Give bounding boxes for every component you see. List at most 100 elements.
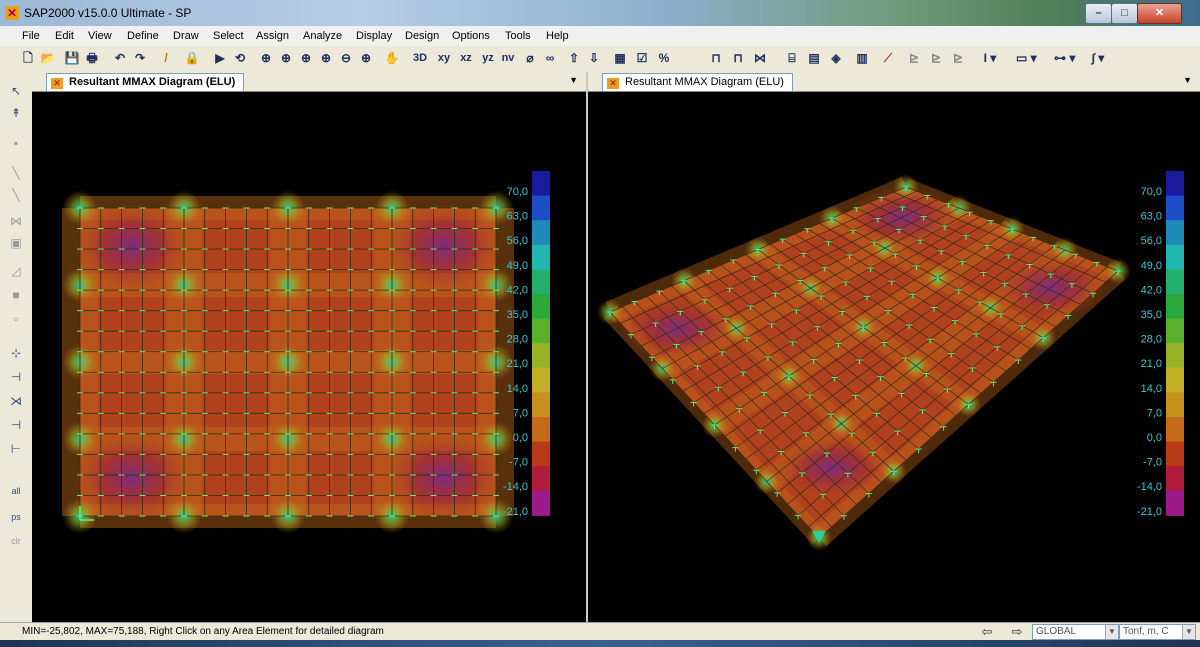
rubber-band-zoom-icon[interactable]: ⟲	[232, 49, 248, 67]
view-yz-button[interactable]: yz	[480, 49, 496, 67]
print-icon[interactable]: 🖶	[84, 49, 100, 67]
plan-legend-swatch	[532, 392, 550, 418]
menu-design[interactable]: Design	[405, 30, 439, 42]
pointer-icon[interactable]: ↖	[6, 82, 26, 100]
draw-frame-icon[interactable]: ╲	[6, 164, 26, 182]
3d-view-pane[interactable]: ✕ Resultant MMAX Diagram (ELU) ▼ 70,0 63,0…	[588, 72, 1200, 622]
design-icon[interactable]: ⊵	[906, 49, 922, 67]
draw-point-icon[interactable]: ▪	[6, 134, 26, 152]
zoom-icon[interactable]: ⊕	[358, 49, 374, 67]
line-select-icon[interactable]: ⊣	[6, 416, 26, 434]
quick-draw-frame-icon[interactable]: ╲	[6, 186, 26, 204]
previous-select-icon[interactable]: ⊢	[6, 440, 26, 458]
plan-legend-swatch	[532, 318, 550, 344]
zoom-window-icon[interactable]: ⊕	[258, 49, 274, 67]
quick-draw-area-icon[interactable]: ▫	[6, 310, 26, 328]
menu-draw[interactable]: Draw	[173, 30, 199, 42]
window-title: SAP2000 v15.0.0 Ultimate - SP	[24, 6, 192, 20]
plan-legend-tick: 63,0	[507, 211, 528, 223]
lock-icon[interactable]: 🔒	[184, 49, 200, 67]
menu-file[interactable]: File	[22, 30, 40, 42]
frame-2-icon[interactable]: ⊓	[730, 49, 746, 67]
deformed-shape-icon[interactable]: ⌸	[784, 49, 800, 67]
arrow-left-icon[interactable]: ⇦	[976, 624, 998, 639]
zoom-out-icon[interactable]: ⊖	[338, 49, 354, 67]
select-all-button[interactable]: all	[6, 482, 26, 500]
view-xz-button[interactable]: xz	[458, 49, 474, 67]
shrink-objects-icon[interactable]: ∞	[542, 49, 558, 67]
maximize-button[interactable]: □	[1111, 3, 1138, 24]
draw-rect-area-icon[interactable]: ■	[6, 286, 26, 304]
menu-tools[interactable]: Tools	[505, 30, 531, 42]
move-up-icon[interactable]: ⇧	[566, 49, 582, 67]
plan-view-tab[interactable]: ✕ Resultant MMAX Diagram (ELU)	[46, 73, 245, 91]
restore-view-icon[interactable]: ⊕	[278, 49, 294, 67]
minimize-button[interactable]: –	[1085, 3, 1112, 24]
coordinate-system-select[interactable]: GLOBAL ▼	[1032, 624, 1119, 640]
spring-icon[interactable]: ∫ ▾	[1090, 49, 1106, 67]
diagram-icon: ✕	[607, 78, 619, 89]
menu-analyze[interactable]: Analyze	[303, 30, 342, 42]
run-icon[interactable]: ▶	[212, 49, 228, 67]
zoom-previous-icon[interactable]: ⊕	[298, 49, 314, 67]
select-all-icon[interactable]: ⊹	[6, 344, 26, 362]
plan-legend-tick: 70,0	[507, 186, 528, 198]
draw-section-cut-icon[interactable]: ▣	[6, 234, 26, 252]
reshape-icon[interactable]: ↟	[6, 104, 26, 122]
plan-diagram-canvas[interactable]: 70,0 63,0 56,0 49,0 42,0 35,0 28,0 21,0 14,0 7,0 0…	[32, 91, 586, 622]
menu-select[interactable]: Select	[213, 30, 244, 42]
design-2-icon[interactable]: ⊵	[928, 49, 944, 67]
frame-3-icon[interactable]: ⋈	[752, 49, 768, 67]
new-model-icon[interactable]: 🗋	[20, 49, 36, 67]
graph-icon[interactable]: ⟋	[880, 49, 896, 67]
units-select[interactable]: Tonf, m, C ▼	[1119, 624, 1196, 640]
move-down-icon[interactable]: ⇩	[586, 49, 602, 67]
menu-assign[interactable]: Assign	[256, 30, 289, 42]
plan-legend-tick: -7,0	[509, 457, 528, 469]
design-3-icon[interactable]: ⊵	[950, 49, 966, 67]
perspective-icon[interactable]: ⌀	[522, 49, 538, 67]
percent-icon[interactable]: %	[656, 49, 672, 67]
menu-define[interactable]: Define	[127, 30, 159, 42]
link-icon[interactable]: ⊶ ▾	[1054, 49, 1075, 67]
forces-icon[interactable]: ▤	[806, 49, 822, 67]
section-icon[interactable]: I ▾	[982, 49, 998, 67]
open-icon[interactable]: 📂	[40, 49, 56, 67]
chevron-down-icon[interactable]: ▼	[569, 75, 578, 85]
menu-view[interactable]: View	[88, 30, 112, 42]
set-display-options-icon[interactable]: ▦	[612, 49, 628, 67]
3d-diagram-canvas[interactable]: 70,0 63,0 56,0 49,0 42,0 35,0 28,0 21,0 14,0 7,0 0…	[588, 91, 1200, 622]
previous-selection-button[interactable]: ps	[6, 508, 26, 526]
menu-help[interactable]: Help	[546, 30, 569, 42]
stress-icon[interactable]: ◈	[828, 49, 844, 67]
view-xy-button[interactable]: xy	[436, 49, 452, 67]
menu-display[interactable]: Display	[356, 30, 392, 42]
plan-view-pane[interactable]: ✕ Resultant MMAX Diagram (ELU) ▼ 70,0 63,0…	[32, 72, 586, 622]
check-icon[interactable]: ☑	[634, 49, 650, 67]
view-nv-button[interactable]: nv	[500, 49, 516, 67]
refresh-pencil-icon[interactable]: /	[158, 49, 174, 67]
redo-icon[interactable]: ↷	[132, 49, 148, 67]
table-icon[interactable]: ▥	[854, 49, 870, 67]
clear-selection-button[interactable]: clr	[6, 532, 26, 550]
save-icon[interactable]: 💾	[64, 49, 80, 67]
sap2000-app-icon[interactable]: ✕	[5, 6, 19, 20]
crossing-icon[interactable]: ⋊	[6, 392, 26, 410]
menu-edit[interactable]: Edit	[55, 30, 74, 42]
draw-braces-icon[interactable]: ⋈	[6, 212, 26, 230]
iso-legend-swatch	[1166, 220, 1184, 246]
area-section-icon[interactable]: ▭ ▾	[1016, 49, 1037, 67]
pan-icon[interactable]: ✋	[384, 49, 400, 67]
chevron-down-icon[interactable]: ▼	[1183, 75, 1192, 85]
frame-icon[interactable]: ⊓	[708, 49, 724, 67]
view-3d-button[interactable]: 3D	[412, 49, 428, 67]
zoom-in-icon[interactable]: ⊕	[318, 49, 334, 67]
undo-icon[interactable]: ↶	[112, 49, 128, 67]
plan-legend-tick: 28,0	[507, 334, 528, 346]
draw-poly-area-icon[interactable]: ◿	[6, 262, 26, 280]
menu-options[interactable]: Options	[452, 30, 490, 42]
3d-view-tab[interactable]: ✕ Resultant MMAX Diagram (ELU)	[602, 73, 793, 91]
arrow-right-icon[interactable]: ⇨	[1006, 624, 1028, 639]
close-button[interactable]: ✕	[1137, 3, 1182, 24]
intersect-icon[interactable]: ⊣	[6, 368, 26, 386]
